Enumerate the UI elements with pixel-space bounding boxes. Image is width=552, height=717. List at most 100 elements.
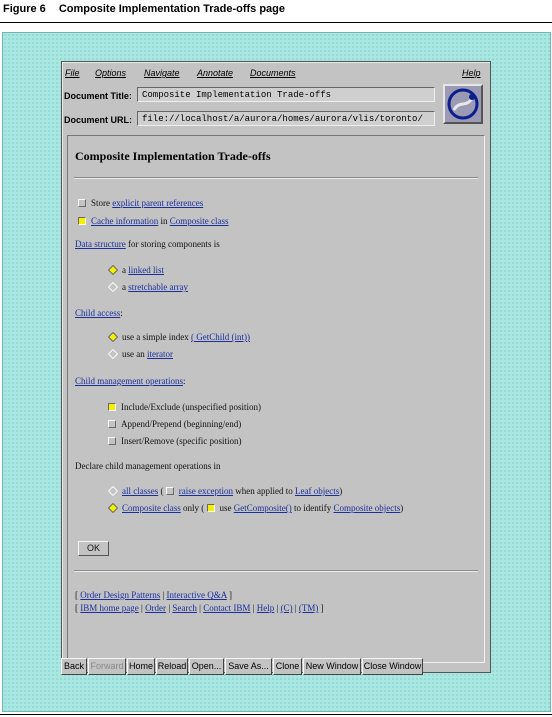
append-prepend-label: Append/Prepend (beginning/end) xyxy=(121,419,242,429)
composite-class-only-link[interactable]: Composite class xyxy=(122,503,181,513)
document-title-label: Document Title: xyxy=(64,91,132,101)
child-management-suffix: : xyxy=(182,376,186,386)
linked-list-radio[interactable] xyxy=(108,265,118,275)
footer-line-1: [ Order Design Patterns | Interactive Q&… xyxy=(75,590,232,600)
data-structure-link[interactable]: Data structure xyxy=(75,239,126,249)
insert-remove-option: Insert/Remove (specific position) xyxy=(108,436,241,446)
bottom-rule xyxy=(0,714,552,715)
close-window-button[interactable]: Close Window xyxy=(362,658,423,675)
cache-information-link[interactable]: Cache information xyxy=(91,216,158,226)
back-button[interactable]: Back xyxy=(61,658,87,675)
getcomposite-checkbox[interactable] xyxy=(206,504,215,512)
cache-option: Cache information in Composite class xyxy=(78,216,229,226)
iterator-option: use an iterator xyxy=(108,349,173,359)
leaf-objects-link[interactable]: Leaf objects xyxy=(295,486,339,496)
footer2-close: ] xyxy=(318,603,324,613)
data-structure-line: Data structure for storing components is xyxy=(75,239,220,249)
child-mgmt-line: Child management operations: xyxy=(75,376,186,386)
menu-annotate[interactable]: Annotate xyxy=(197,68,233,78)
raise-exception-checkbox[interactable] xyxy=(165,487,174,495)
all-classes-close: ) xyxy=(339,486,343,496)
all-classes-link[interactable]: all classes xyxy=(122,486,158,496)
page-heading: Composite Implementation Trade-offs xyxy=(75,149,271,163)
new-window-button[interactable]: New Window xyxy=(303,658,361,675)
declare-line: Declare child management operations in xyxy=(75,461,221,471)
home-button[interactable]: Home xyxy=(127,658,155,675)
document-view: Composite Implementation Trade-offs Stor… xyxy=(67,135,485,663)
ibm-home-link[interactable]: IBM home page xyxy=(80,603,139,613)
simple-index-option: use a simple index ( GetChild (int)) xyxy=(108,332,250,342)
mosaic-window: File Options Navigate Annotate Documents… xyxy=(61,61,491,673)
document-url-label: Document URL: xyxy=(64,115,132,125)
document-title-field[interactable]: Composite Implementation Trade-offs xyxy=(137,87,435,102)
composite-only-close: ) xyxy=(400,503,404,513)
getchild-link[interactable]: GetChild (int) xyxy=(194,332,247,342)
menubar: File Options Navigate Annotate Documents… xyxy=(62,64,490,82)
menu-options[interactable]: Options xyxy=(95,68,126,78)
getcomposite-link[interactable]: GetComposite() xyxy=(234,503,292,513)
search-link[interactable]: Search xyxy=(172,603,197,613)
order-link[interactable]: Order xyxy=(145,603,166,613)
top-rule xyxy=(0,22,552,23)
composite-objects-link[interactable]: Composite objects xyxy=(334,503,401,513)
identify-mid: to identify xyxy=(291,503,334,513)
trademark-link[interactable]: (TM) xyxy=(299,603,319,613)
contact-ibm-link[interactable]: Contact IBM xyxy=(203,603,250,613)
include-exclude-checkbox[interactable] xyxy=(108,403,116,411)
open-button[interactable]: Open... xyxy=(189,658,224,675)
child-management-link[interactable]: Child management operations xyxy=(75,376,183,386)
reload-button[interactable]: Reload xyxy=(156,658,188,675)
help-link[interactable]: Help xyxy=(257,603,275,613)
explicit-parent-link[interactable]: explicit parent references xyxy=(112,198,203,208)
simple-index-prefix: use a simple index xyxy=(122,332,191,342)
all-classes-option: all classes ( raise exception when appli… xyxy=(108,486,342,496)
order-design-patterns-link[interactable]: Order Design Patterns xyxy=(80,590,160,600)
footer-divider xyxy=(74,570,478,572)
menu-documents[interactable]: Documents xyxy=(250,68,296,78)
footer-line-2: [ IBM home page | Order | Search | Conta… xyxy=(75,603,324,613)
child-access-link[interactable]: Child access xyxy=(75,308,120,318)
heading-divider xyxy=(74,177,478,179)
copyright-link[interactable]: (C) xyxy=(281,603,293,613)
composite-only-option: Composite class only ( use GetComposite(… xyxy=(108,503,403,513)
composite-only-radio[interactable] xyxy=(108,503,118,513)
ok-button[interactable]: OK xyxy=(78,541,109,556)
iterator-radio[interactable] xyxy=(108,349,118,359)
simple-index-radio[interactable] xyxy=(108,332,118,342)
figure-caption: Figure 6 Composite Implementation Trade-… xyxy=(3,3,285,15)
stretchable-array-option: a stretchable array xyxy=(108,282,188,292)
data-structure-suffix: for storing components is xyxy=(125,239,220,249)
all-classes-mid: when applied to xyxy=(232,486,295,496)
raise-exception-link[interactable]: raise exception xyxy=(179,486,233,496)
save-as-button[interactable]: Save As... xyxy=(225,658,272,675)
composite-class-link[interactable]: Composite class xyxy=(170,216,229,226)
menu-file[interactable]: File xyxy=(65,68,80,78)
cache-checkbox[interactable] xyxy=(78,217,86,225)
all-classes-open: ( xyxy=(158,486,166,496)
close-paren[interactable]: ) xyxy=(247,332,250,342)
menu-navigate[interactable]: Navigate xyxy=(144,68,180,78)
clone-button[interactable]: Clone xyxy=(273,658,302,675)
insert-remove-checkbox[interactable] xyxy=(108,437,116,445)
figure-number: Figure 6 xyxy=(3,3,46,15)
stretchable-array-link[interactable]: stretchable array xyxy=(128,282,188,292)
linked-list-link[interactable]: linked list xyxy=(128,265,164,275)
ncsa-logo-icon[interactable] xyxy=(443,84,483,124)
figure-title: Composite Implementation Trade-offs page xyxy=(58,3,285,15)
include-exclude-option: Include/Exclude (unspecified position) xyxy=(108,402,261,412)
composite-only-mid: only ( xyxy=(180,503,207,513)
interactive-qa-link[interactable]: Interactive Q&A xyxy=(167,590,227,600)
store-prefix: Store xyxy=(91,198,113,208)
store-checkbox[interactable] xyxy=(78,199,86,207)
all-classes-radio[interactable] xyxy=(108,486,118,496)
footer1-close: ] xyxy=(226,590,233,600)
iterator-link[interactable]: iterator xyxy=(147,349,173,359)
stretchable-array-radio[interactable] xyxy=(108,282,118,292)
menu-help[interactable]: Help xyxy=(462,68,481,78)
cache-mid: in xyxy=(158,216,170,226)
forward-button[interactable]: Forward xyxy=(88,658,126,675)
append-prepend-checkbox[interactable] xyxy=(108,420,116,428)
use-prefix: use xyxy=(219,503,234,513)
append-prepend-option: Append/Prepend (beginning/end) xyxy=(108,419,241,429)
document-url-field[interactable]: file://localhost/a/aurora/homes/aurora/v… xyxy=(137,111,435,126)
